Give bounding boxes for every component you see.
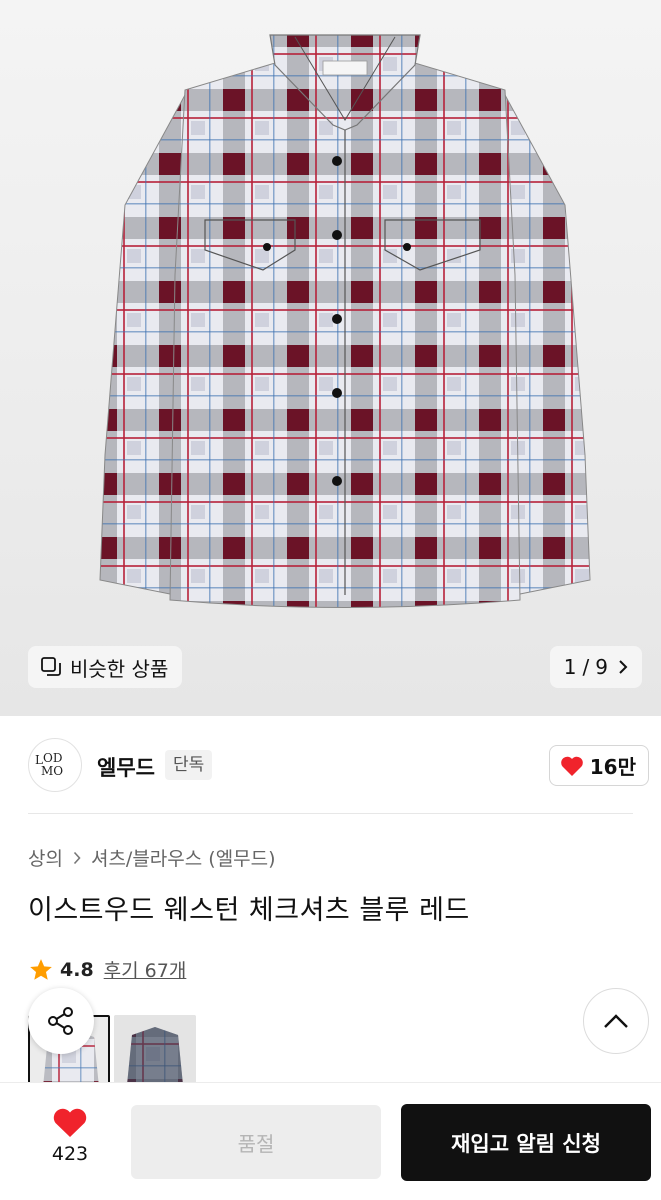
heart-icon (53, 1108, 87, 1137)
brand-row: L OD MO 엘무드 단독 16만 (0, 716, 661, 814)
restock-alert-button[interactable]: 재입고 알림 신청 (401, 1104, 651, 1181)
breadcrumb-item-category[interactable]: 상의 (28, 844, 63, 871)
similar-products-button[interactable]: 비슷한 상품 (28, 646, 183, 688)
total-images-number: 9 (595, 655, 608, 679)
svg-text:MO: MO (41, 764, 63, 778)
share-button[interactable] (28, 988, 94, 1054)
soldout-button: 품절 (131, 1105, 381, 1179)
chevron-right-icon (619, 660, 628, 674)
counter-separator: / (582, 655, 590, 679)
breadcrumb-item-subcategory[interactable]: 셔츠/블라우스 (엘무드) (91, 844, 276, 871)
divider (28, 813, 633, 814)
similar-products-label: 비슷한 상품 (70, 656, 169, 681)
brand-logo[interactable]: L OD MO (28, 738, 82, 792)
image-counter[interactable]: 1 / 9 (549, 646, 642, 688)
rating-score: 4.8 (60, 958, 94, 981)
chevron-up-icon (604, 1014, 628, 1028)
current-image-number: 1 (563, 655, 577, 679)
rating-row: 4.8 후기 67개 (28, 956, 186, 983)
bottom-action-bar: 423 품절 재입고 알림 신청 (0, 1082, 661, 1200)
similar-products-icon (41, 657, 61, 676)
chevron-right-icon (73, 851, 81, 864)
wishlist-button[interactable]: 423 (40, 1107, 100, 1165)
brand-like-count: 16만 (589, 755, 636, 779)
star-icon (30, 958, 52, 980)
share-icon (48, 1007, 73, 1035)
product-image-gallery[interactable]: 비슷한 상품 1 / 9 (0, 0, 661, 716)
breadcrumb: 상의 셔츠/블라우스 (엘무드) (28, 844, 276, 871)
product-title: 이스트우드 웨스턴 체크셔츠 블루 레드 (28, 895, 470, 926)
product-photo (99, 34, 591, 608)
brand-like-button[interactable]: 16만 (548, 745, 649, 786)
brand-name[interactable]: 엘무드 (97, 752, 155, 782)
reviews-link[interactable]: 후기 67개 (104, 956, 187, 983)
wishlist-count: 423 (51, 1143, 89, 1165)
svg-text:OD: OD (43, 751, 62, 765)
exclusive-badge: 단독 (165, 750, 213, 780)
scroll-to-top-button[interactable] (583, 988, 649, 1054)
brand-logo-mark: L OD MO (35, 751, 63, 778)
heart-icon (560, 756, 583, 776)
